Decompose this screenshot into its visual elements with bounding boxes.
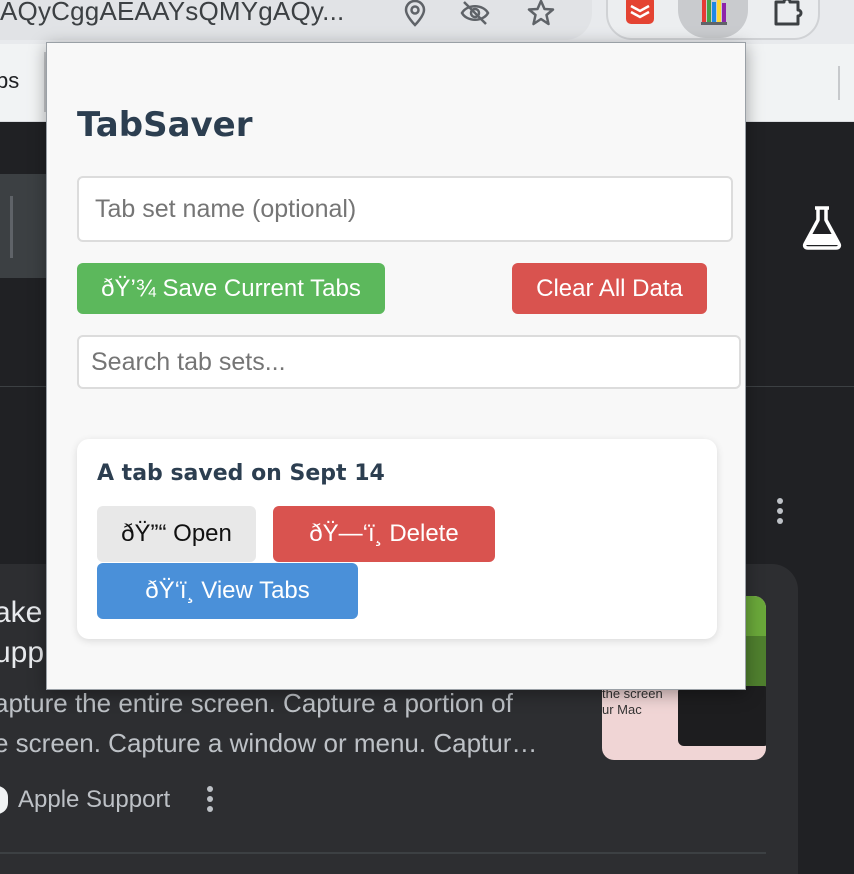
tab-set-name: A tab saved on Sept 14 bbox=[97, 461, 385, 486]
extensions-puzzle-icon[interactable] bbox=[770, 0, 806, 30]
result-title[interactable]: ake bbox=[0, 596, 42, 630]
bookmark-divider-right bbox=[838, 66, 840, 100]
open-tab-set-button[interactable]: ðŸ”“ Open bbox=[97, 506, 256, 562]
browser-toolbar: AQyCggAEAAYsQMYgAQy... bbox=[0, 0, 854, 44]
save-current-tabs-button[interactable]: ðŸ’¾ Save Current Tabs bbox=[77, 263, 385, 314]
result-snippet-line: e screen. Capture a window or menu. Capt… bbox=[0, 728, 538, 758]
thumbnail-laptop bbox=[678, 686, 766, 746]
result-divider bbox=[0, 852, 766, 854]
view-tabs-button[interactable]: ðŸ‘ï¸ View Tabs bbox=[97, 563, 358, 619]
thumbnail-text: the screen ur Mac bbox=[602, 686, 663, 717]
side-panel-stub bbox=[0, 174, 50, 278]
location-pin-icon[interactable] bbox=[400, 0, 430, 28]
books-extension-icon[interactable] bbox=[696, 0, 732, 30]
side-panel-divider bbox=[10, 196, 13, 258]
tabsaver-popup: TabSaver ðŸ’¾ Save Current Tabs Clear Al… bbox=[46, 42, 746, 690]
eye-off-icon[interactable] bbox=[460, 0, 490, 28]
search-tab-sets-input[interactable] bbox=[77, 335, 741, 389]
url-text[interactable]: AQyCggAEAAYsQMYgAQy... bbox=[0, 0, 344, 27]
source-name[interactable]: Apple Support bbox=[18, 786, 170, 814]
result-title-continued[interactable]: upp bbox=[0, 636, 44, 670]
address-bar[interactable]: AQyCggAEAAYsQMYgAQy... bbox=[0, 0, 592, 40]
delete-tab-set-button[interactable]: ðŸ—‘ï¸ Delete bbox=[273, 506, 495, 562]
todoist-extension-icon[interactable] bbox=[622, 0, 658, 30]
popup-title: TabSaver bbox=[77, 105, 253, 145]
labs-flask-icon[interactable] bbox=[800, 204, 844, 250]
more-options-icon[interactable] bbox=[770, 496, 790, 526]
bookmark-star-icon[interactable] bbox=[526, 0, 556, 28]
source-more-options-icon[interactable] bbox=[200, 784, 220, 814]
result-snippet-line: apture the entire screen. Capture a port… bbox=[0, 688, 513, 718]
tab-set-name-input[interactable] bbox=[77, 176, 733, 242]
tab-set-card: A tab saved on Sept 14 ðŸ”“ Open ðŸ—‘ï¸ … bbox=[77, 439, 717, 639]
clear-all-data-button[interactable]: Clear All Data bbox=[512, 263, 707, 314]
bookmark-item[interactable]: bs bbox=[0, 68, 19, 94]
